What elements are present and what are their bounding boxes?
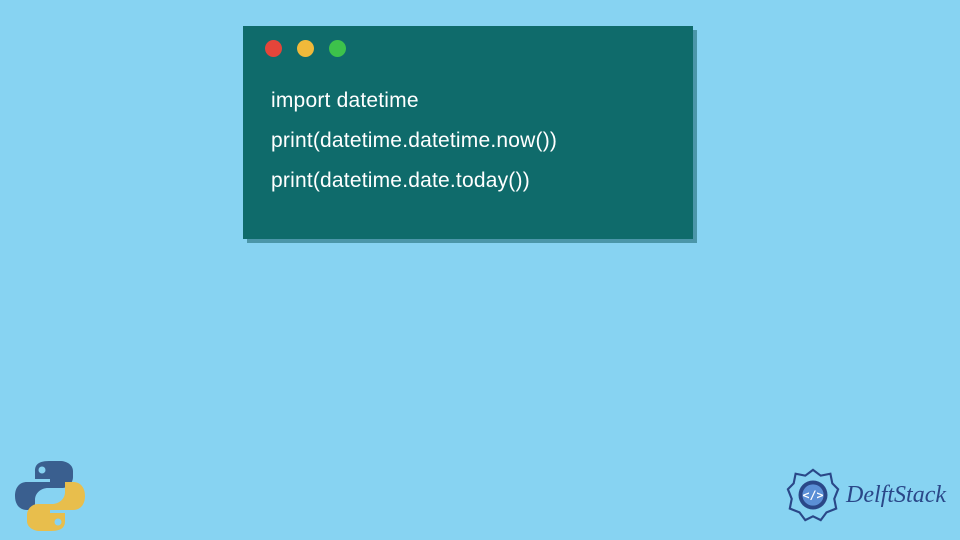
maximize-icon (329, 40, 346, 57)
delftstack-logo: </> DelftStack (784, 466, 946, 524)
delftstack-text: DelftStack (846, 482, 946, 509)
close-icon (265, 40, 282, 57)
delftstack-emblem-icon: </> (784, 466, 842, 524)
svg-text:</>: </> (803, 488, 824, 502)
code-line: print(datetime.datetime.now()) (271, 121, 665, 161)
code-line: print(datetime.date.today()) (271, 161, 665, 201)
minimize-icon (297, 40, 314, 57)
window-titlebar (243, 26, 693, 67)
code-window: import datetime print(datetime.datetime.… (243, 26, 693, 239)
python-logo-icon (12, 458, 88, 534)
code-line: import datetime (271, 81, 665, 121)
code-body: import datetime print(datetime.datetime.… (243, 67, 693, 239)
